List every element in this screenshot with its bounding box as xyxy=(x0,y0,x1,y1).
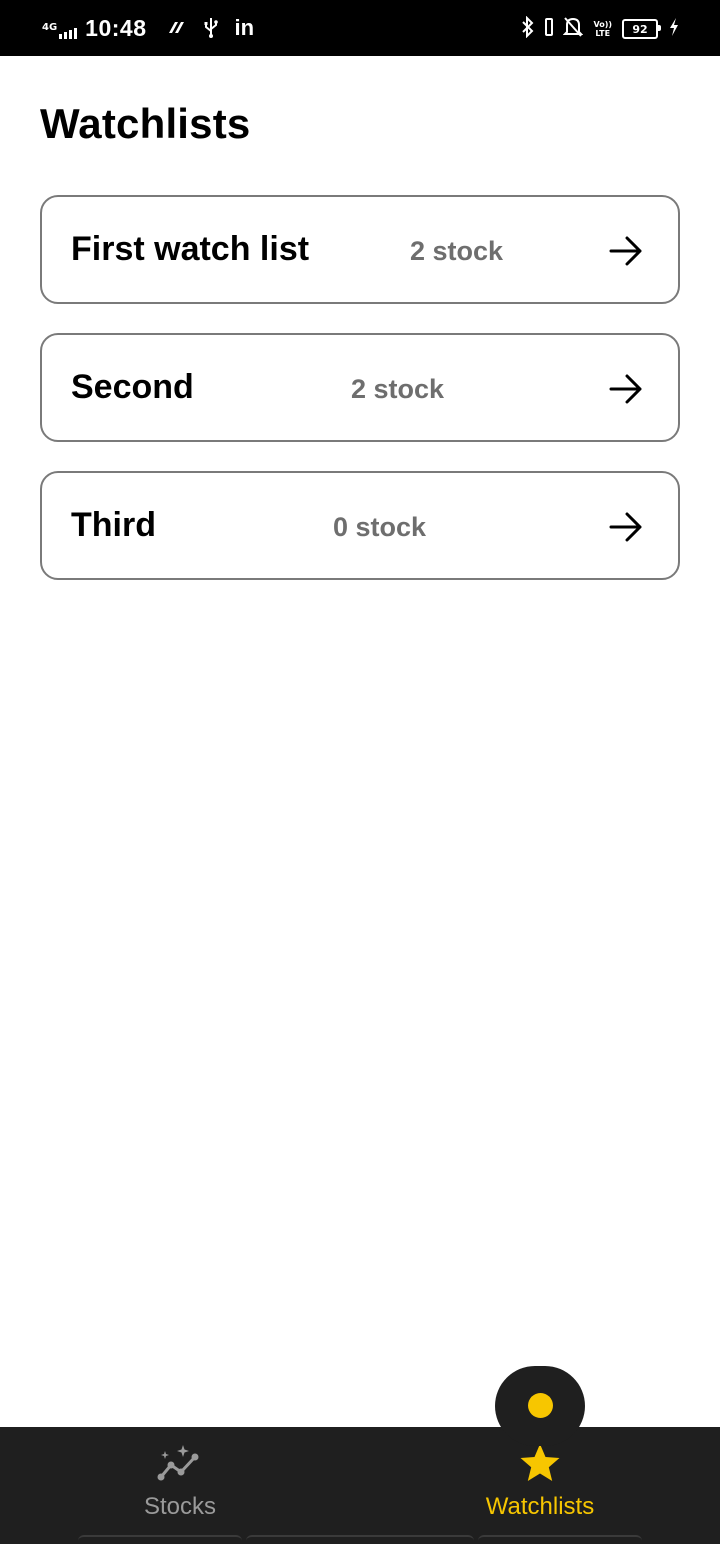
stocks-chart-icon xyxy=(157,1445,199,1481)
watchlist-stock-count: 2 stock xyxy=(410,236,504,266)
tab-stocks[interactable]: Stocks xyxy=(0,1427,360,1544)
usb-icon xyxy=(203,17,219,39)
signal-strength-icon xyxy=(59,25,78,39)
star-icon xyxy=(520,1444,560,1481)
notifications-off-icon xyxy=(563,16,584,43)
bottom-navigation: Stocks Watchlists xyxy=(0,1427,720,1544)
watchlist-stock-count: 0 stock xyxy=(333,512,427,542)
watchlist-list: First watch list 2 stock Second 2 stock … xyxy=(40,195,680,609)
clock: 10:48 xyxy=(85,14,147,41)
watchlist-card-second[interactable]: Second 2 stock xyxy=(40,333,680,442)
watchlist-name: First watch list xyxy=(71,230,310,268)
bluetooth-icon xyxy=(521,15,535,43)
indicator-dot xyxy=(527,1392,553,1418)
tab-label: Stocks xyxy=(143,1493,217,1520)
watchlist-card-third[interactable]: Third 0 stock xyxy=(40,471,680,580)
battery-icon: 92 xyxy=(622,19,661,39)
arrow-right-icon[interactable] xyxy=(608,233,644,269)
vibrate-icon xyxy=(545,17,554,41)
linkedin-icon: in xyxy=(234,15,255,40)
network-type: 4G xyxy=(42,22,58,33)
charging-icon xyxy=(668,17,680,42)
gesture-bar xyxy=(78,1535,642,1544)
arrow-right-icon[interactable] xyxy=(608,509,644,545)
watchlist-stock-count: 2 stock xyxy=(351,374,445,404)
volte-icon: Vo)) LTE xyxy=(593,20,612,38)
active-tab-indicator-button[interactable] xyxy=(495,1366,585,1446)
watchlist-name: Second xyxy=(71,368,194,406)
page-title: Watchlists xyxy=(40,100,251,147)
arrow-right-icon[interactable] xyxy=(608,371,644,407)
watchlist-card-first[interactable]: First watch list 2 stock xyxy=(40,195,680,304)
watchlist-name: Third xyxy=(71,506,156,544)
status-bar: 4G 10:48 in Vo)) LTE 92 xyxy=(0,0,720,56)
tab-label: Watchlists xyxy=(485,1493,595,1520)
drive-sync-icon xyxy=(167,19,187,37)
battery-level: 92 xyxy=(632,22,648,36)
